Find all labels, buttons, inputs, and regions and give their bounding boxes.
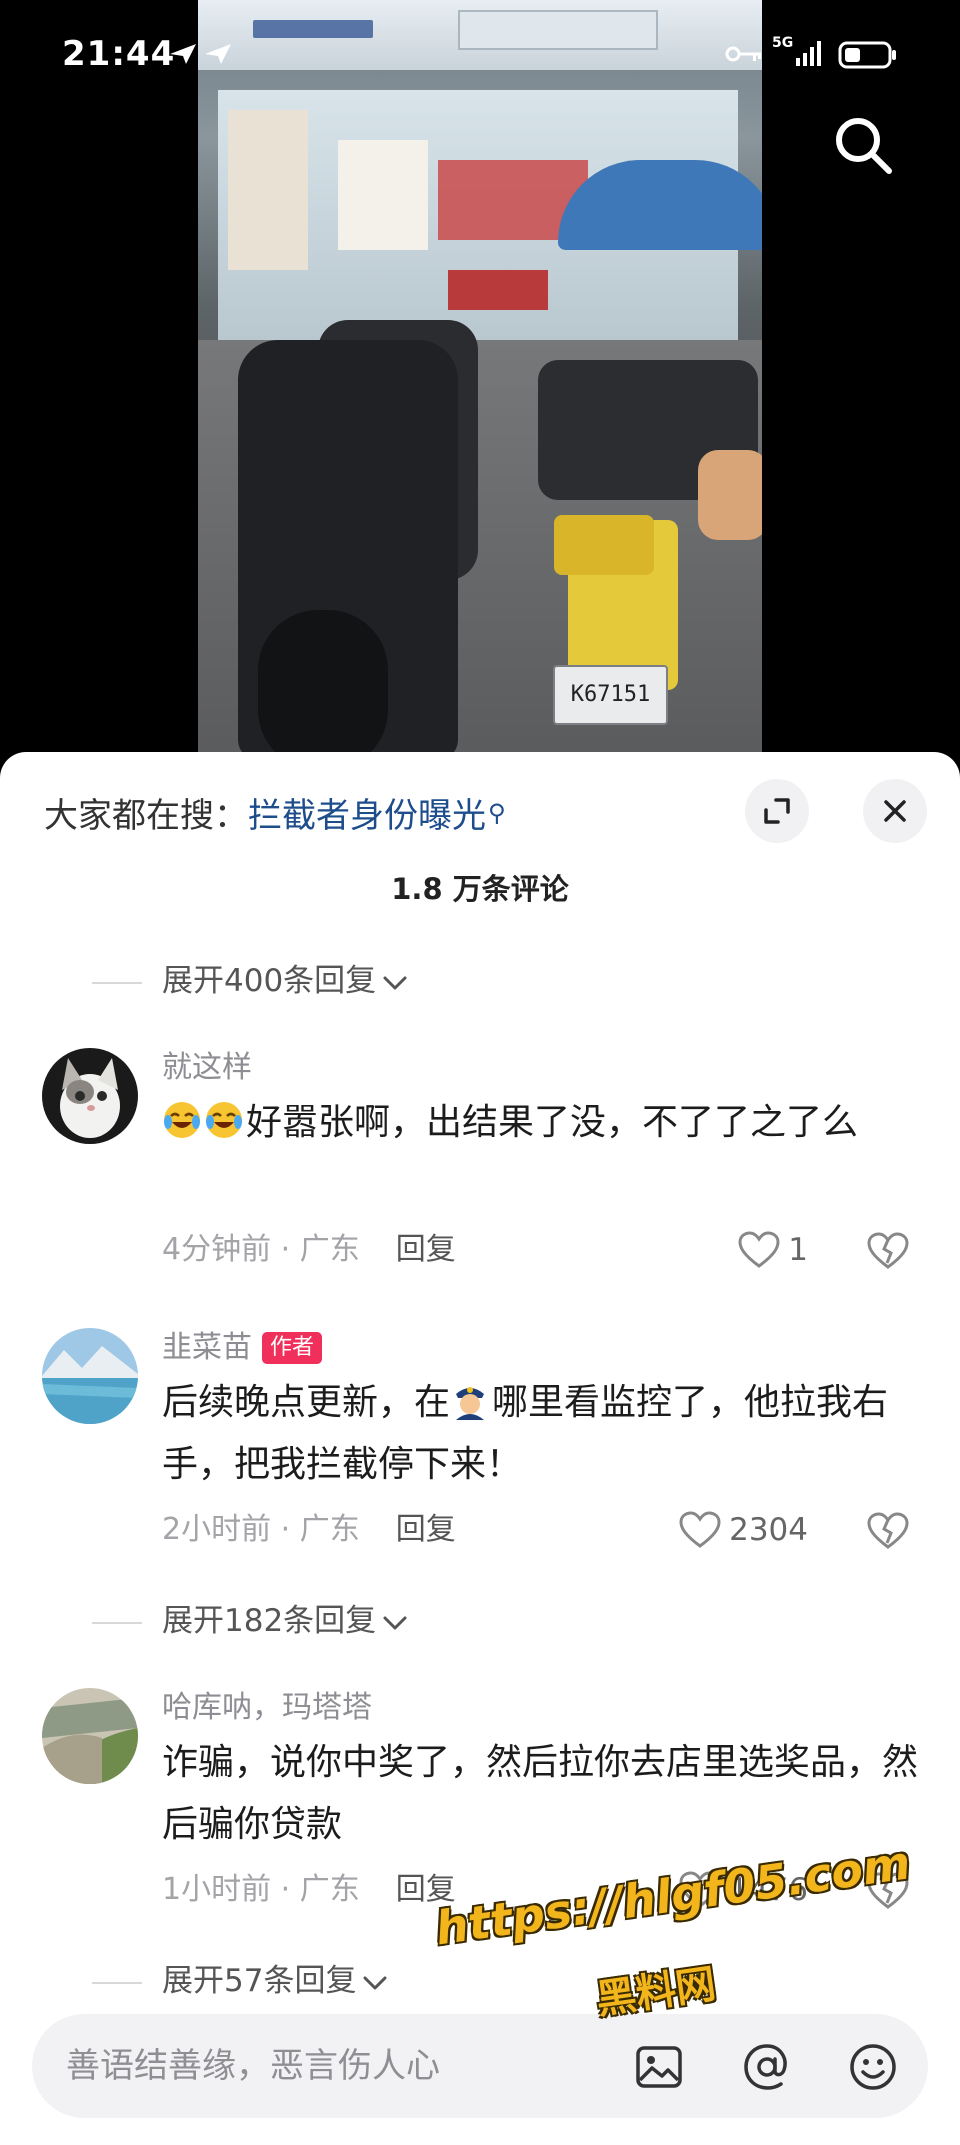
comment-text-body: 好嚣张啊，出结果了没，不了了之了么 [246,1102,859,1143]
author-badge: 作者 [262,1332,323,1364]
navigation-arrow-icon [170,44,196,64]
avatar[interactable] [42,1688,138,1784]
navigation-arrow-icon [205,44,231,64]
video-frame[interactable]: K67151 [198,0,762,760]
search-icon[interactable] [832,114,894,176]
hot-search-bar[interactable]: 大家都在搜：拦截者身份曝光⚲ [44,788,506,838]
hot-search-link[interactable]: 拦截者身份曝光 [248,796,486,836]
cat-avatar-image [42,1048,138,1144]
comment-time-location: 2小时前 · 广东 [162,1512,360,1547]
avatar[interactable] [42,1328,138,1424]
network-type: 5G [772,35,794,51]
like-button[interactable]: 2304 [676,1508,808,1552]
mention-at-icon[interactable] [742,2042,792,2092]
search-small-icon: ⚲ [488,799,506,827]
reply-button[interactable]: 回复 [396,1512,456,1547]
divider [92,981,142,984]
close-icon [884,800,906,822]
heart-icon [738,1231,780,1268]
expand-button[interactable] [745,779,809,843]
comment-input-placeholder[interactable]: 善语结善缘，恶言伤人心 [66,2014,440,2118]
poster [228,110,308,270]
comment-username[interactable]: 韭菜苗 作者 [162,1328,323,1368]
comment-meta: 4分钟前 · 广东 回复 [162,1230,456,1270]
status-time: 21:44 [62,34,176,74]
comment-meta: 1小时前 · 广东 回复 [162,1870,456,1910]
comment-text: 后续晚点更新，在 哪里看监控了，他拉我右手，把我拦截停下来！ [162,1372,922,1496]
landscape-avatar-image [42,1688,138,1784]
expand-replies-button[interactable]: 展开400条回复 [92,958,408,1004]
comment-username[interactable]: 就这样 [162,1048,252,1088]
broken-heart-icon[interactable] [866,1509,910,1553]
battery-icon [838,41,896,69]
police-officer-emoji-icon [456,1387,485,1420]
yellow-scooter-seat [554,515,654,575]
like-count: 2304 [729,1512,808,1548]
like-button[interactable]: 1 [676,1228,808,1272]
laughing-crying-emoji-icon [206,1102,242,1138]
lake-avatar-image [42,1328,138,1424]
expand-replies-label: 展开400条回复 [162,963,377,999]
poster [338,140,428,250]
bag [698,450,762,540]
expand-replies-label: 展开57条回复 [162,1963,357,1999]
key-icon [725,46,761,62]
emoji-icon[interactable] [848,2042,898,2092]
comment-meta: 2小时前 · 广东 回复 [162,1510,456,1550]
expand-icon [764,798,790,824]
status-bar: 21:44 5G [0,0,960,110]
like-count: 1 [788,1232,808,1268]
red-banner [448,270,548,310]
close-button[interactable] [863,779,927,843]
chevron-down-icon [383,1616,407,1629]
comment-time-location: 1小时前 · 广东 [162,1872,360,1907]
image-icon[interactable] [634,2042,684,2092]
broken-heart-icon[interactable] [866,1229,910,1273]
signal-strength-icon [796,41,821,66]
comment-text: 诈骗，说你中奖了，然后拉你去店里选奖品，然后骗你贷款 [162,1742,919,1845]
scooter-wheel [258,610,388,760]
chevron-down-icon [383,976,407,989]
reply-button[interactable]: 回复 [396,1232,456,1267]
chevron-down-icon [363,1976,387,1989]
heart-icon [679,1511,721,1548]
comment-text-part: 后续晚点更新，在 [162,1382,451,1423]
comment-time-location: 4分钟前 · 广东 [162,1232,360,1267]
comment-input-bar[interactable]: 善语结善缘，恶言伤人心 [32,2014,928,2118]
comment-count-title: 1.8 万条评论 [391,872,569,906]
comment-text: 好嚣张啊，出结果了没，不了了之了么 [162,1092,922,1154]
license-plate: K67151 [553,665,668,725]
divider [92,1621,142,1624]
avatar[interactable] [42,1048,138,1144]
video-player[interactable]: K67151 21:44 5G [0,0,960,760]
laughing-crying-emoji-icon [164,1102,200,1138]
expand-replies-button[interactable]: 展开57条回复 [92,1958,388,2004]
comment-username[interactable]: 哈库呐，玛塔塔 [162,1688,372,1728]
expand-replies-button[interactable]: 展开182条回复 [92,1598,408,1644]
expand-replies-label: 展开182条回复 [162,1603,377,1639]
comment-username-text: 韭菜苗 [162,1330,252,1365]
divider [92,1981,142,1984]
hot-search-prefix: 大家都在搜： [44,796,248,836]
